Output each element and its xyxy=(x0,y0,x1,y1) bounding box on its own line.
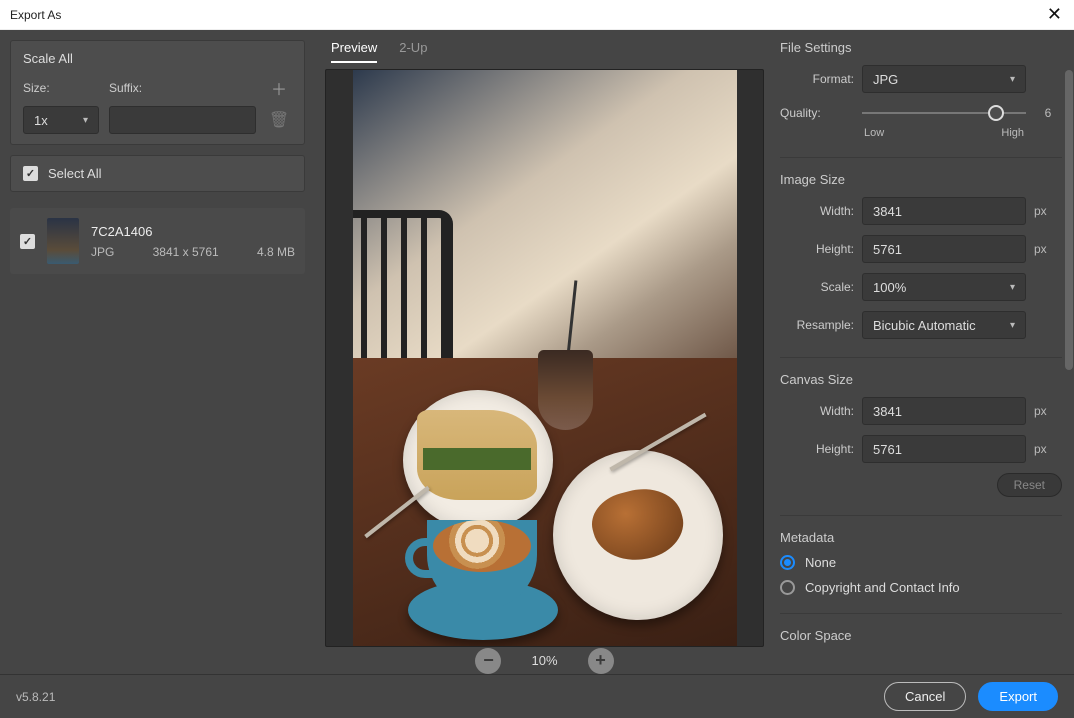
titlebar: Export As ✕ xyxy=(0,0,1074,30)
px-unit: px xyxy=(1034,204,1062,218)
file-dims: 3841 x 5761 xyxy=(153,245,219,259)
metadata-none-label: None xyxy=(805,555,836,570)
canvas-height-input[interactable] xyxy=(862,435,1026,463)
canvas-width-input[interactable] xyxy=(862,397,1026,425)
suffix-label: Suffix: xyxy=(109,81,256,95)
window-title: Export As xyxy=(10,8,61,22)
width-input[interactable] xyxy=(862,197,1026,225)
format-select[interactable]: JPG ▾ xyxy=(862,65,1026,93)
export-button[interactable]: Export xyxy=(978,682,1058,711)
trash-icon[interactable]: 🗑 xyxy=(266,110,292,130)
width-label: Width: xyxy=(780,204,854,218)
file-size: 4.8 MB xyxy=(257,245,295,259)
height-label: Height: xyxy=(780,242,854,256)
add-icon[interactable]: ＋ xyxy=(266,76,292,100)
preview-area[interactable] xyxy=(325,69,764,647)
scale-value: 100% xyxy=(873,280,906,295)
color-space-title: Color Space xyxy=(780,628,1062,643)
file-format: JPG xyxy=(91,245,114,259)
metadata-none-row[interactable]: None xyxy=(780,555,1062,570)
size-select[interactable]: 1x ▾ xyxy=(23,106,99,134)
file-item[interactable]: ✓ 7C2A1406 JPG 3841 x 5761 4.8 MB xyxy=(10,208,305,274)
file-checkbox[interactable]: ✓ xyxy=(20,234,35,249)
px-unit: px xyxy=(1034,242,1062,256)
suffix-input[interactable] xyxy=(109,106,256,134)
chevron-down-icon: ▾ xyxy=(83,115,88,126)
canvas-size-title: Canvas Size xyxy=(780,372,1062,387)
canvas-height-label: Height: xyxy=(780,442,854,456)
resample-label: Resample: xyxy=(780,318,854,332)
height-input[interactable] xyxy=(862,235,1026,263)
radio-icon[interactable] xyxy=(780,555,795,570)
scale-title: Scale All xyxy=(23,51,292,66)
quality-value: 6 xyxy=(1034,106,1062,120)
chevron-down-icon: ▾ xyxy=(1010,74,1015,85)
color-space-section: Color Space xyxy=(780,628,1062,643)
file-name: 7C2A1406 xyxy=(91,224,295,239)
chevron-down-icon: ▾ xyxy=(1010,320,1015,331)
preview-image xyxy=(353,70,737,646)
quality-high-label: High xyxy=(1001,127,1024,139)
px-unit: px xyxy=(1034,404,1062,418)
cancel-button[interactable]: Cancel xyxy=(884,682,966,711)
tab-preview[interactable]: Preview xyxy=(331,40,377,63)
radio-icon[interactable] xyxy=(780,580,795,595)
size-value: 1x xyxy=(34,113,48,128)
file-list: ✓ 7C2A1406 JPG 3841 x 5761 4.8 MB xyxy=(10,202,305,664)
zoom-in-button[interactable]: + xyxy=(588,648,614,674)
scrollbar[interactable] xyxy=(1065,70,1073,370)
zoom-out-button[interactable]: − xyxy=(475,648,501,674)
resample-select[interactable]: Bicubic Automatic ▾ xyxy=(862,311,1026,339)
file-settings-title: File Settings xyxy=(780,40,1062,55)
scale-panel: Scale All Size: Suffix: ＋ 1x ▾ 🗑 xyxy=(10,40,305,145)
scale-select[interactable]: 100% ▾ xyxy=(862,273,1026,301)
close-icon[interactable]: ✕ xyxy=(1047,4,1062,25)
image-size-section: Image Size Width: px Height: px Scale: 1… xyxy=(780,172,1062,339)
metadata-section: Metadata None Copyright and Contact Info xyxy=(780,530,1062,595)
quality-low-label: Low xyxy=(864,127,884,139)
quality-label: Quality: xyxy=(780,106,854,120)
reset-button[interactable]: Reset xyxy=(997,473,1062,497)
file-settings-section: File Settings Format: JPG ▾ Quality: 6 xyxy=(780,40,1062,139)
scale-label: Scale: xyxy=(780,280,854,294)
version-label: v5.8.21 xyxy=(16,690,55,704)
resample-value: Bicubic Automatic xyxy=(873,318,976,333)
tab-2up[interactable]: 2-Up xyxy=(399,40,427,63)
metadata-copyright-label: Copyright and Contact Info xyxy=(805,580,960,595)
chevron-down-icon: ▾ xyxy=(1010,282,1015,293)
format-label: Format: xyxy=(780,72,854,86)
quality-slider[interactable] xyxy=(862,103,1026,123)
size-label: Size: xyxy=(23,81,99,95)
file-thumbnail xyxy=(47,218,79,264)
image-size-title: Image Size xyxy=(780,172,1062,187)
canvas-width-label: Width: xyxy=(780,404,854,418)
metadata-copyright-row[interactable]: Copyright and Contact Info xyxy=(780,580,1062,595)
px-unit: px xyxy=(1034,442,1062,456)
select-all-row[interactable]: ✓ Select All xyxy=(10,155,305,192)
select-all-label: Select All xyxy=(48,166,101,181)
metadata-title: Metadata xyxy=(780,530,1062,545)
format-value: JPG xyxy=(873,72,898,87)
select-all-checkbox[interactable]: ✓ xyxy=(23,166,38,181)
canvas-size-section: Canvas Size Width: px Height: px Reset xyxy=(780,372,1062,497)
zoom-value[interactable]: 10% xyxy=(531,653,557,668)
